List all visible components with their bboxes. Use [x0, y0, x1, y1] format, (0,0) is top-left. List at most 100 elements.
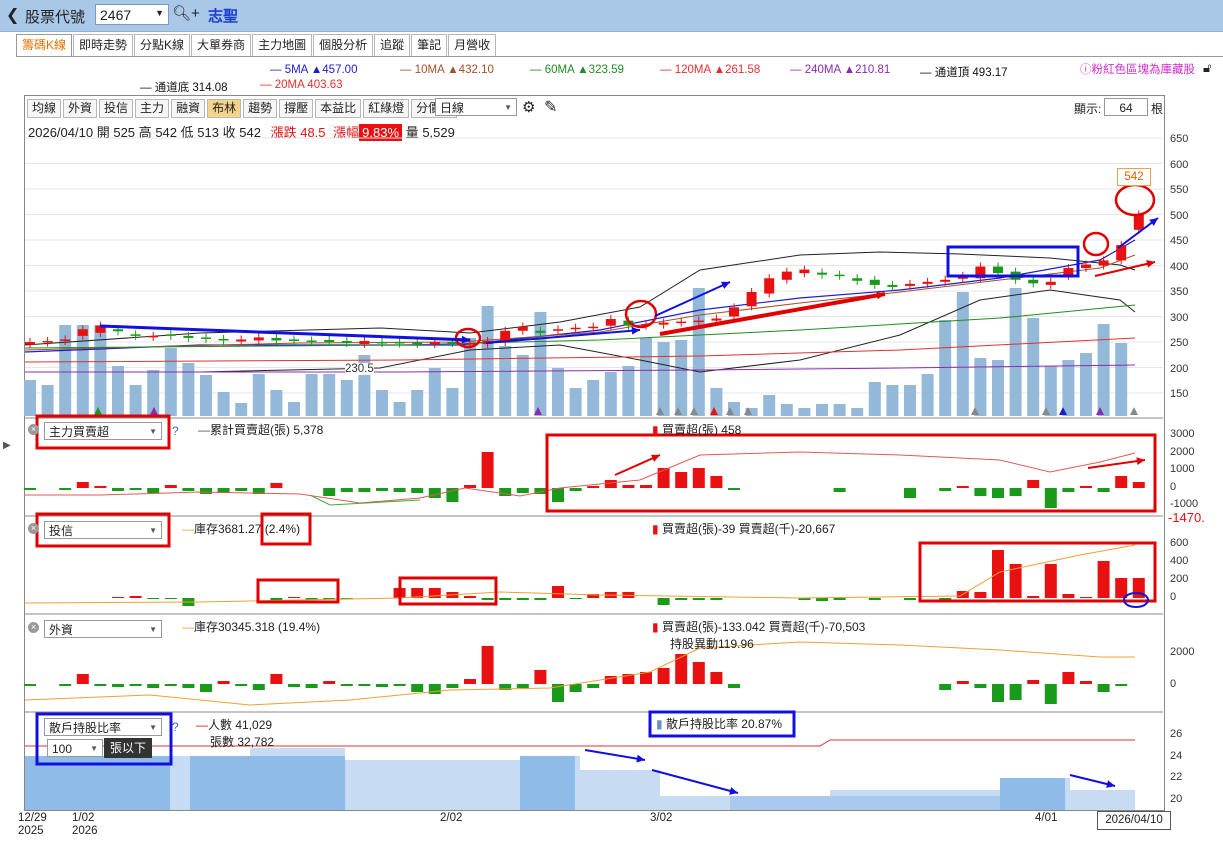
panel1-bar [147, 488, 160, 493]
panel4-legend1: —人數 41,029 [196, 718, 273, 732]
close-icon[interactable]: × [28, 622, 39, 633]
candle-body [465, 343, 475, 345]
volume-bar [1097, 324, 1110, 416]
candle-body [869, 279, 880, 285]
panel3-bar [569, 684, 582, 692]
panel1-bar [992, 488, 1004, 498]
volume-bar [640, 338, 652, 416]
panel3-bar [974, 684, 987, 688]
candle-body [658, 322, 669, 325]
volume-bar [956, 292, 969, 416]
panel3-bar [516, 684, 529, 688]
close-icon[interactable]: × [28, 424, 39, 435]
close-icon[interactable]: × [28, 523, 39, 534]
help-icon[interactable]: ? [172, 720, 179, 734]
panel3-bar [129, 684, 142, 686]
volume-bar [939, 320, 952, 416]
volume-bar [1115, 343, 1128, 416]
volume-bar [393, 402, 406, 416]
annotation-red-box [545, 433, 1157, 513]
panel3-inventory-line [24, 641, 1135, 706]
panel2-bar [147, 598, 160, 599]
panel1-bar [622, 485, 635, 488]
candle-body [1098, 260, 1109, 266]
volume-bar [851, 408, 864, 416]
candle-body [148, 335, 159, 338]
panel4-sub-select[interactable]: 100 ▼ [47, 739, 103, 757]
volume-bar [164, 348, 177, 416]
axis-tick-label: 0 [1170, 591, 1177, 603]
panel4-legend2: 張數 32,782 [210, 735, 275, 749]
panel1-bar [710, 476, 723, 488]
panel1-bar [956, 486, 969, 488]
x-tick-date: 4/01 [1035, 812, 1058, 824]
panel2-bar [552, 586, 564, 598]
last-price-tag: 542 [1117, 168, 1151, 186]
candle-body [183, 335, 194, 338]
x-tick-label: 4/01 [1035, 812, 1057, 825]
chart-svg[interactable] [0, 0, 1223, 842]
panel2-select[interactable]: 投信 ▼ [44, 521, 162, 539]
volume-bar [481, 306, 494, 416]
panel3-select-value: 外資 [49, 623, 74, 637]
panel3-bar [182, 684, 195, 688]
panel3-legend1-text: 庫存30345.318 (19.4%) [194, 620, 321, 634]
candle-body [236, 339, 247, 342]
panel1-bar [1132, 482, 1145, 488]
candle-body [711, 318, 722, 321]
volume-bar [499, 346, 512, 416]
panel1-bar [1115, 476, 1128, 488]
panel1-bar [464, 485, 476, 488]
panel2-bar [516, 598, 529, 600]
x-tick-date: 1/02 [72, 812, 95, 824]
volume-bar [868, 382, 881, 416]
volume-bar [1080, 353, 1092, 416]
volume-bar [41, 385, 54, 416]
panel3-bar [657, 668, 670, 684]
axis-tick-label: 0 [1170, 480, 1177, 493]
candle-body [289, 339, 299, 341]
volume-bar [1062, 360, 1075, 416]
volume-bar [604, 372, 617, 416]
volume-bar [305, 374, 318, 416]
panel1-select[interactable]: 主力買賣超 ▼ [44, 422, 162, 440]
panel4-select[interactable]: 散戶持股比率 ▼ [44, 718, 162, 736]
panel3-bar [376, 684, 388, 687]
panel3-bar [112, 684, 124, 687]
volume-bar [270, 390, 283, 416]
panel1-bar [552, 488, 564, 502]
panel1-cum-line [25, 451, 1136, 504]
panel3-bar [1062, 672, 1075, 684]
volume-bar [921, 374, 934, 416]
x-tick-date: 12/29 [18, 812, 47, 824]
axis-tick-label: 150 [1170, 388, 1189, 400]
panel1-bar [94, 486, 107, 488]
volume-bar [24, 380, 36, 416]
panel1-bar [974, 488, 987, 496]
volume-bar [833, 404, 846, 416]
volume-bar [288, 402, 300, 416]
candle-body [42, 340, 53, 343]
panel3-select[interactable]: 外資 ▼ [44, 620, 162, 638]
panel2-side-value: -1470. [1168, 510, 1205, 525]
panel4-sub-label[interactable]: 張以下 [104, 738, 152, 758]
candle-body [605, 319, 616, 326]
help-icon[interactable]: ? [172, 424, 179, 438]
panel1-bar [428, 488, 441, 498]
panel1-bar [1027, 480, 1040, 488]
panel1-bar [393, 488, 406, 492]
panel2-bar [1097, 561, 1110, 598]
volume-bar [587, 380, 600, 416]
axis-tick-label: 600 [1170, 537, 1189, 549]
candle-body [570, 327, 581, 330]
volume-bar [763, 395, 776, 416]
panel4-area-highlight [1000, 778, 1065, 810]
panel1-bar [182, 488, 195, 491]
volume-bar [675, 340, 688, 416]
chevron-down-icon: ▼ [149, 526, 157, 535]
panel1-bar [728, 488, 740, 490]
volume-bar [552, 368, 564, 416]
candle-body [341, 340, 352, 344]
panel2-bar [1044, 564, 1057, 598]
panel3-bar [164, 684, 177, 686]
